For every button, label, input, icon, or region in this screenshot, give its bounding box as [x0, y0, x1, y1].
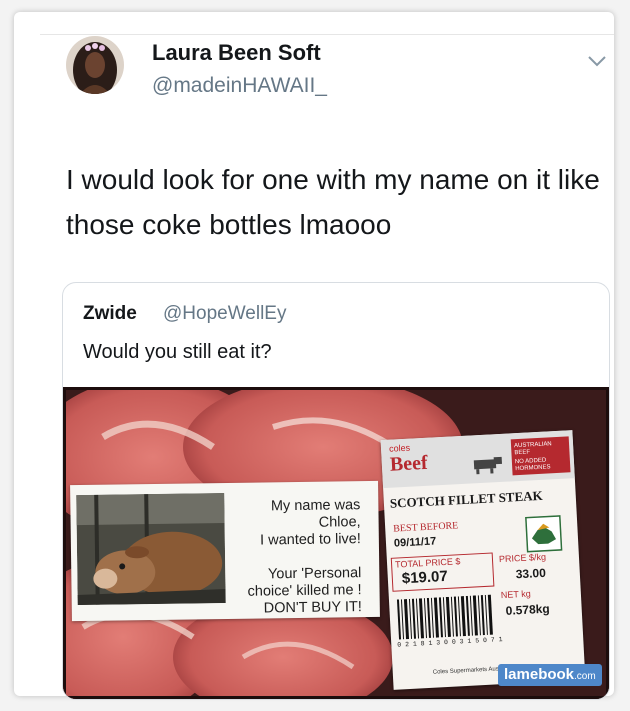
lamebook-watermark: lamebook.com — [498, 664, 602, 686]
cow-icon — [473, 456, 502, 475]
avatar[interactable] — [66, 36, 124, 94]
note-line: choice' killed me ! — [247, 582, 362, 600]
badge-text: AUSTRALIAN BEEF — [513, 441, 552, 457]
total-price: $19.07 — [401, 567, 449, 588]
best-before-label: BEST BEFORE — [392, 520, 459, 535]
calf-image — [76, 493, 226, 606]
meat-package-photo[interactable]: My name was Chloe, I wanted to live! You… — [63, 387, 609, 699]
quoted-tweet-text: Would you still eat it? — [83, 341, 272, 363]
watermark-suffix: .com — [574, 671, 596, 682]
user-handle[interactable]: @madeinHAWAII_ — [152, 74, 327, 98]
note-line: I wanted to live! — [259, 531, 361, 549]
tweet-card: Laura Been Soft @madeinHAWAII_ I would l… — [14, 12, 614, 700]
note-line: My name was — [270, 497, 361, 515]
net-weight: 0.578kg — [505, 601, 551, 618]
australia-map-icon — [525, 515, 563, 553]
note-line: DON'T BUY IT! — [263, 599, 362, 617]
price-label: coles Beef AUSTRALIAN BEEF NO ADDED HORM… — [380, 430, 586, 690]
note-line: Chloe, — [318, 514, 361, 531]
category-text: Beef — [389, 451, 429, 476]
chevron-down-icon[interactable] — [587, 54, 607, 68]
badge: AUSTRALIAN BEEF NO ADDED HORMONES — [510, 436, 571, 476]
net-weight-label: NET kg — [500, 588, 531, 601]
note-card: My name was Chloe, I wanted to live! You… — [70, 480, 380, 622]
price-per-kg: 33.00 — [515, 565, 547, 582]
quoted-display-name[interactable]: Zwide — [83, 303, 137, 325]
note-line: Your 'Personal — [267, 565, 362, 583]
divider — [40, 34, 614, 35]
display-name[interactable]: Laura Been Soft — [152, 40, 321, 66]
quoted-tweet[interactable]: Zwide @HopeWellEy Would you still eat it… — [62, 282, 610, 700]
tweet-text: I would look for one with my name on it … — [66, 164, 600, 240]
price-per-kg-label: PRICE $/kg — [498, 551, 547, 565]
watermark-name: lamebook — [504, 666, 575, 683]
best-before-date: 09/11/17 — [393, 535, 437, 550]
quoted-user-handle[interactable]: @HopeWellEy — [163, 303, 286, 325]
product-name: SCOTCH FILLET STEAK — [389, 487, 544, 511]
badge-text: NO ADDED HORMONES — [514, 457, 551, 473]
